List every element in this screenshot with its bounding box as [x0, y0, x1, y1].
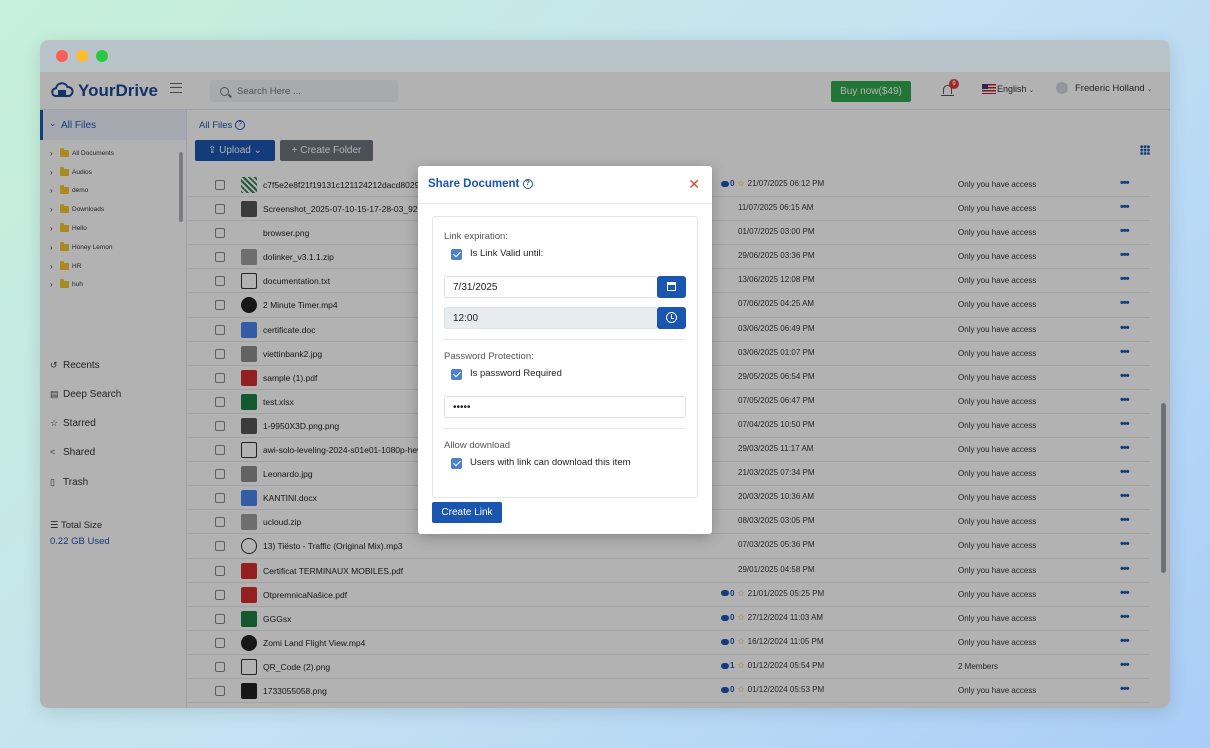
section-divider — [444, 428, 686, 429]
password-protection-label: Password Protection: — [444, 351, 534, 362]
window-titlebar — [40, 40, 1170, 72]
create-link-button[interactable]: Create Link — [432, 502, 502, 523]
expiry-time-field[interactable] — [444, 307, 658, 329]
time-picker-button[interactable] — [657, 307, 686, 329]
close-icon[interactable]: ✕ — [688, 176, 700, 193]
maximize-window-button[interactable] — [96, 50, 108, 62]
clock-icon — [666, 312, 677, 323]
help-icon[interactable]: ? — [522, 178, 533, 189]
link-valid-label: Is Link Valid until: — [470, 248, 544, 259]
share-document-modal: Share Document ? ✕ Link expiration: Is L… — [418, 166, 712, 534]
allow-download-checkbox[interactable] — [451, 458, 462, 469]
modal-header: Share Document ? ✕ — [418, 166, 712, 204]
close-window-button[interactable] — [56, 50, 68, 62]
date-picker-button[interactable] — [657, 276, 686, 298]
modal-title-text: Share Document — [428, 178, 520, 190]
password-required-checkbox[interactable] — [451, 369, 462, 380]
link-expiration-label: Link expiration: — [444, 231, 508, 242]
link-valid-checkbox[interactable] — [451, 249, 462, 260]
share-settings-panel: Link expiration: Is Link Valid until: Pa… — [432, 216, 698, 498]
minimize-window-button[interactable] — [76, 50, 88, 62]
password-required-label: Is password Required — [470, 368, 562, 379]
allow-download-option-label: Users with link can download this item — [470, 457, 631, 468]
modal-title: Share Document ? — [428, 178, 533, 190]
expiry-date-field[interactable] — [444, 276, 658, 298]
calendar-icon — [667, 282, 676, 291]
section-divider — [444, 339, 686, 340]
password-field[interactable] — [444, 396, 686, 418]
allow-download-label: Allow download — [444, 440, 511, 451]
